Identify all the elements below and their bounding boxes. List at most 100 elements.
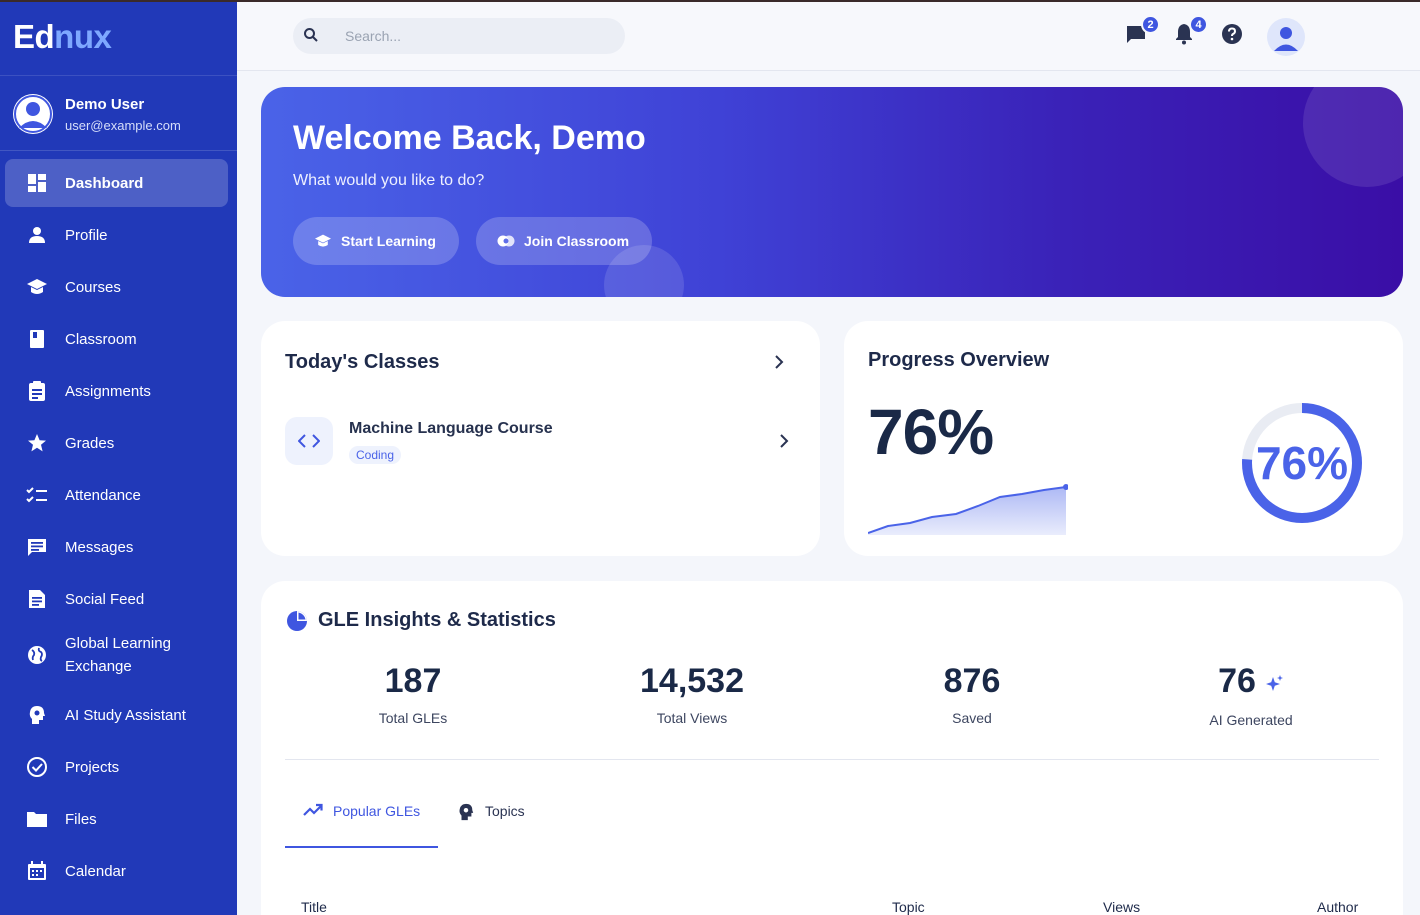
welcome-title: Welcome Back, Demo [293,119,646,157]
sparkle-icon [1264,663,1284,703]
search-input[interactable] [345,18,615,54]
sidebar-item-messages[interactable]: Messages [5,523,228,571]
stat-label: Total GLEs [378,710,448,726]
sidebar-item-dashboard[interactable]: Dashboard [5,159,228,207]
sidebar-item-label: Messages [65,538,134,556]
divider [285,759,1379,760]
column-header-title[interactable]: Title [301,899,327,915]
sidebar-item-grades[interactable]: Grades [5,419,228,467]
progress-value: 76% [868,396,994,468]
notifications-badge: 4 [1189,15,1208,34]
brain-icon [457,803,475,821]
sidebar-item-courses[interactable]: Courses [5,263,228,311]
book-icon [26,328,48,350]
trending-up-icon [303,803,323,817]
help-button[interactable] [1220,23,1244,48]
pie-chart-icon [286,610,308,632]
todays-classes-card: Today's Classes Machine Language Course … [261,321,820,556]
tab-topics[interactable]: Topics [457,789,567,848]
search-icon [303,27,319,48]
user-avatar-button[interactable] [1267,18,1305,56]
globe-icon [26,644,48,666]
sidebar-item-projects[interactable]: Projects [5,743,228,791]
messages-button[interactable]: 2 [1124,15,1160,48]
sidebar-item-label: Files [65,810,97,828]
chevron-right-icon[interactable] [769,352,789,372]
notifications-button[interactable]: 4 [1172,15,1208,48]
sidebar-nav: Dashboard Profile Courses Classroom Assi… [0,159,237,899]
decorative-circle [1303,87,1403,187]
sidebar-item-label: Calendar [65,862,126,880]
sidebar-item-label: Attendance [65,486,141,504]
sidebar-item-classroom[interactable]: Classroom [5,315,228,363]
check-circle-icon [26,756,48,778]
stat-value: 187 [384,662,442,700]
join-classroom-label: Join Classroom [524,233,630,249]
sidebar-item-files[interactable]: Files [5,795,228,843]
sidebar-item-profile[interactable]: Profile [5,211,228,259]
code-icon [285,417,333,465]
folder-icon [26,808,48,830]
start-learning-label: Start Learning [341,233,436,249]
sidebar-item-calendar[interactable]: Calendar [5,847,228,895]
sidebar-item-label: Courses [65,278,121,296]
column-header-views[interactable]: Views [1103,899,1140,915]
progress-ring-label: 76% [1255,437,1349,489]
welcome-banner: Welcome Back, Demo What would you like t… [261,87,1403,297]
sidebar-item-label: AI Study Assistant [65,706,186,724]
sidebar-item-attendance[interactable]: Attendance [5,471,228,519]
person-icon [26,224,48,246]
class-tag: Coding [349,446,402,464]
search-box[interactable] [293,18,625,54]
insights-header: GLE Insights & Statistics [286,609,556,632]
sidebar-item-social-feed[interactable]: Social Feed [5,575,228,623]
sidebar-item-label: Dashboard [65,174,144,192]
start-learning-button[interactable]: Start Learning [293,217,459,265]
column-header-topic[interactable]: Topic [892,899,925,915]
sidebar: Ednux Demo User user@example.com Dashboa… [0,0,237,915]
card-title: Progress Overview [868,349,1050,371]
sidebar-item-label: Assignments [65,382,151,400]
chat-icon [26,536,48,558]
insights-title: GLE Insights & Statistics [318,609,556,631]
stat-value: 14,532 [640,662,744,700]
star-icon [26,432,48,454]
welcome-subtitle: What would you like to do? [293,172,485,189]
user-name: Demo User [65,96,145,113]
sidebar-item-global-learning-exchange[interactable]: Global Learning Exchange [5,627,228,683]
sidebar-item-ai-study-assistant[interactable]: AI Study Assistant [5,691,228,739]
join-classroom-button[interactable]: Join Classroom [476,217,653,265]
topbar: 2 4 [237,2,1420,71]
sidebar-item-label: Classroom [65,330,137,348]
tab-label: Popular GLEs [333,803,421,819]
app-logo[interactable]: Ednux [13,18,112,56]
sidebar-item-label: Global Learning Exchange [65,635,171,675]
chevron-right-icon[interactable] [774,431,794,451]
calendar-icon [26,860,48,882]
brain-icon [26,704,48,726]
stat-value: 876 [943,662,1001,700]
sidebar-item-label: Projects [65,758,120,776]
avatar [13,94,53,134]
user-email: user@example.com [65,118,181,133]
sidebar-item-assignments[interactable]: Assignments [5,367,228,415]
person-icon [1274,27,1298,51]
checklist-icon [26,484,48,506]
tab-popular-gles[interactable]: Popular GLEs [285,789,438,848]
user-card[interactable]: Demo User user@example.com [0,75,237,151]
feed-icon [26,588,48,610]
stat-ai-generated: 76 AI Generated [1111,661,1391,728]
class-name: Machine Language Course [349,420,553,437]
graduation-cap-icon [26,276,48,298]
progress-overview-card: Progress Overview 76% 76% [844,321,1403,556]
sidebar-item-label: Profile [65,226,108,244]
window-top-edge [0,0,1420,2]
stat-total-gles: 187 Total GLEs [273,661,553,726]
stat-label: Total Views [656,710,728,726]
join-icon [497,234,515,248]
dashboard-icon [26,172,48,194]
column-header-author[interactable]: Author [1317,899,1358,915]
clipboard-icon [26,380,48,402]
stat-value: 76 [1218,662,1256,700]
stat-total-views: 14,532 Total Views [552,661,832,726]
